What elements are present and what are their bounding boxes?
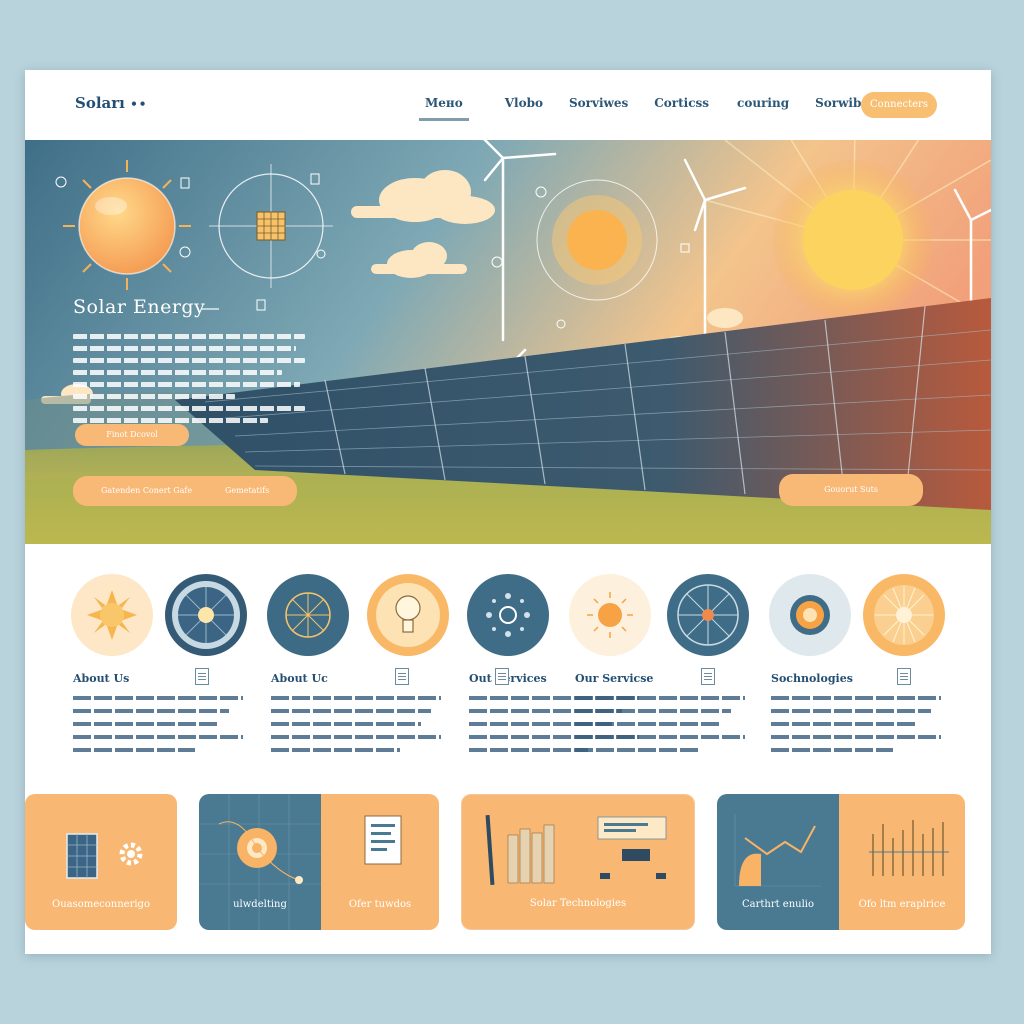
hero-secondary-button-extra: Gemetatifs — [225, 486, 270, 495]
connect-button[interactable]: Connecters — [861, 92, 937, 118]
card-target[interactable]: ulwdelting — [199, 794, 321, 930]
hero-title: Solar Energy — [73, 296, 206, 318]
document-icon[interactable] — [195, 668, 209, 685]
wheel-icon[interactable] — [667, 574, 749, 656]
card-section: Ouasomeconnerigo ulwdelting Ofer tuwdos — [25, 794, 991, 934]
card-growth-chart[interactable]: Carthrt enulio — [717, 794, 839, 930]
hero-secondary-button-label: Gatenden Conert Gafe — [101, 486, 193, 495]
hero-primary-button[interactable]: Finot Dcovol — [75, 424, 189, 446]
card-label: ulwdelting — [233, 899, 287, 910]
card-label: Carthrt enulio — [741, 899, 815, 910]
solar-panel-circle-icon[interactable] — [165, 574, 247, 656]
feature-text — [271, 696, 441, 761]
card-label: Ofer tuwdos — [348, 899, 412, 910]
hero-banner: Solar Energy Finot Dcovol Gatenden Coner… — [25, 140, 991, 544]
nav-link-video[interactable]: Vlobo — [505, 96, 543, 110]
feature-title-about-us: About Us — [73, 672, 130, 685]
card-label: Ouasomeconnerigo — [52, 899, 150, 910]
hero-title-underline — [201, 308, 219, 310]
sun-rays-icon[interactable] — [569, 574, 651, 656]
site-logo[interactable]: Soları •• — [75, 94, 147, 112]
nav-link-courses[interactable]: couring — [737, 96, 789, 110]
site-header: Soları •• Mено Vlobo Sorviwes Corticss c… — [25, 70, 991, 140]
document-icon[interactable] — [897, 668, 911, 685]
feature-title-about-uc: About Uc — [271, 672, 328, 685]
lens-icon[interactable] — [769, 574, 851, 656]
web-page: Soları •• Mено Vlobo Sorviwes Corticss c… — [25, 70, 991, 954]
feature-text — [771, 696, 941, 761]
document-icon[interactable] — [701, 668, 715, 685]
sunburst-icon[interactable] — [863, 574, 945, 656]
lightbulb-icon[interactable] — [367, 574, 449, 656]
nav-link-contacts[interactable]: Corticss — [654, 96, 709, 110]
network-icon[interactable] — [467, 574, 549, 656]
feature-text — [575, 696, 745, 761]
logo-text: Soları — [75, 94, 125, 112]
compass-icon[interactable] — [267, 574, 349, 656]
feature-title-our-services: Our Servicse — [575, 672, 654, 685]
document-icon[interactable] — [395, 668, 409, 685]
sun-icon[interactable] — [71, 574, 153, 656]
hero-description — [73, 334, 305, 430]
card-label: Solar Technologies — [529, 898, 627, 909]
hero-secondary-button[interactable]: Gatenden Conert Gafe Gemetatifs — [73, 476, 297, 506]
nav-link-menu[interactable]: Mено — [419, 96, 469, 121]
card-clipboard[interactable]: Ofer tuwdos — [321, 794, 439, 930]
main-nav: Mено Vlobo Sorviwes Corticss couring Sor… — [419, 96, 869, 121]
feature-text — [73, 696, 243, 761]
nav-link-services[interactable]: Sorviwes — [569, 96, 628, 110]
card-solar-technologies[interactable]: Solar Technologies — [461, 794, 695, 930]
card-solar-panel[interactable]: Ouasomeconnerigo — [25, 794, 177, 930]
feature-title-technologies: Sochnologies — [771, 672, 853, 685]
card-bar-graph[interactable]: Ofo ltm eraplrice — [839, 794, 965, 930]
logo-dots: •• — [130, 97, 148, 111]
card-label: Ofo ltm eraplrice — [858, 899, 946, 910]
hero-right-button[interactable]: Gouorut Suts — [779, 474, 923, 506]
feature-section: About Us About Uc Out Services Our Servi… — [25, 570, 991, 780]
document-icon[interactable] — [495, 668, 509, 685]
